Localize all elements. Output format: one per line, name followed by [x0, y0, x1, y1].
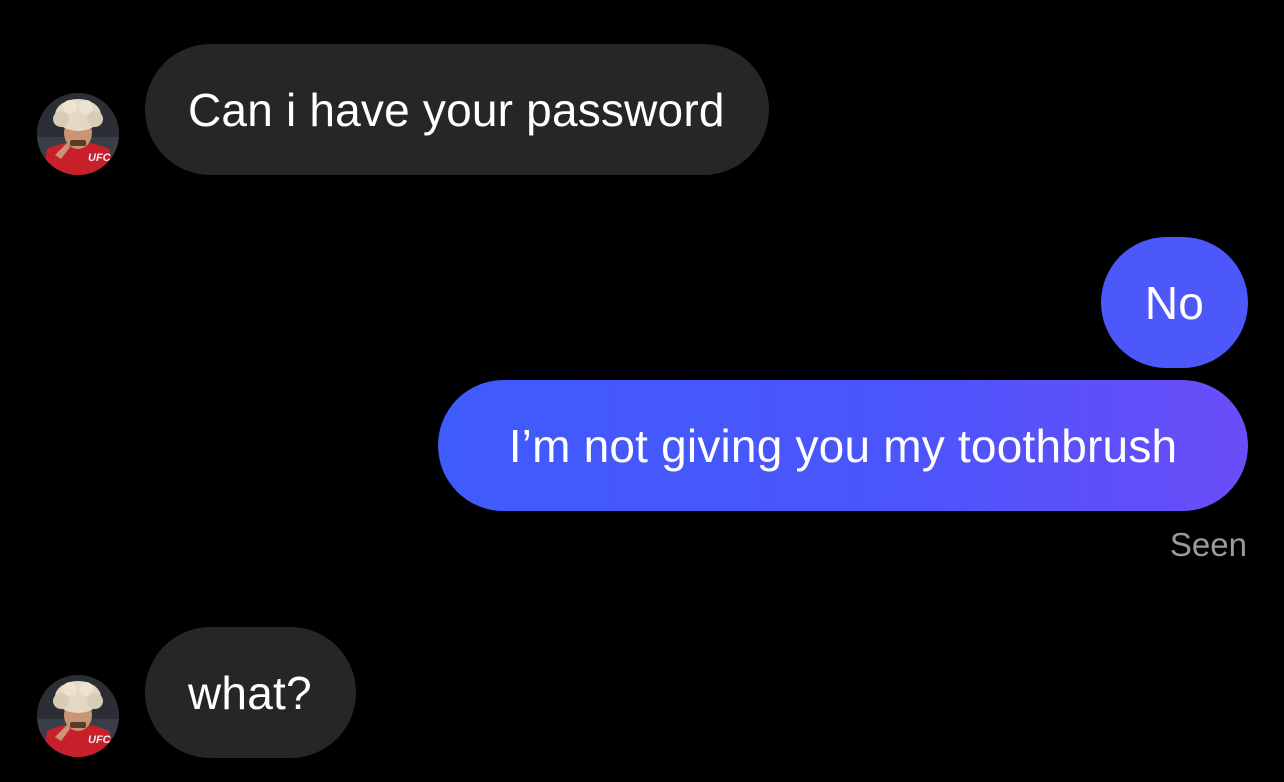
message-text: Can i have your password: [188, 83, 725, 136]
outgoing-message-bubble[interactable]: I’m not giving you my toothbrush: [438, 380, 1248, 511]
contact-avatar[interactable]: UFC: [37, 93, 119, 175]
seen-receipt: Seen: [1169, 526, 1247, 563]
message-text: what?: [188, 666, 312, 719]
incoming-message-bubble[interactable]: Can i have your password: [145, 44, 769, 175]
contact-avatar[interactable]: UFC: [37, 675, 119, 757]
message-text: No: [1144, 276, 1205, 329]
avatar-shirt-text: UFC: [88, 734, 112, 746]
message-text: I’m not giving you my toothbrush: [508, 419, 1178, 472]
outgoing-message-bubble[interactable]: No: [1101, 237, 1248, 368]
incoming-message-bubble[interactable]: what?: [145, 627, 356, 758]
avatar-shirt-text: UFC: [88, 152, 112, 164]
